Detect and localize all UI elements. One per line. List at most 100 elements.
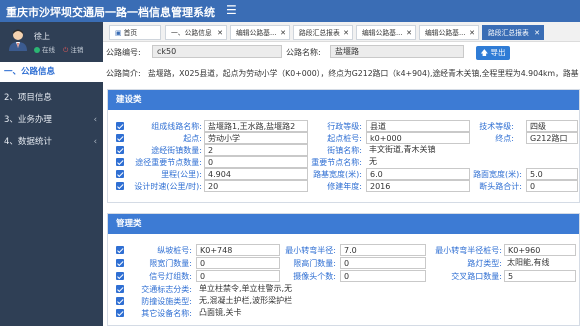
start-stake-field[interactable]: k0+000 [366, 132, 470, 144]
tab-segment-report-2[interactable]: 路段汇总报表 ✕ [482, 25, 544, 40]
tab-label: 一、公路信息 [171, 29, 212, 37]
start-field[interactable]: 劳动小学 [204, 132, 308, 144]
home-icon: ▣ [115, 29, 122, 37]
export-button[interactable]: 🡅 导出 [476, 46, 510, 60]
tab-label: 路段汇总报表 [299, 29, 340, 37]
tab-home[interactable]: ▣ 首页 [109, 25, 161, 40]
avatar [9, 29, 27, 51]
limit-width-field[interactable]: 0 [196, 257, 280, 269]
checkbox[interactable] [116, 285, 124, 293]
tab-bar: ▣ 首页 一、公路信息 ✕ 编辑公路基... ✕ 路段汇总报表 ✕ 编辑公路基... ✕… [103, 22, 580, 42]
key-node-name-value: 无 [369, 157, 377, 166]
sidebar-item-label: 4、数据统计 [4, 137, 52, 147]
checkbox[interactable] [116, 146, 124, 154]
checkbox[interactable] [116, 134, 124, 142]
logout-link[interactable]: 注销 [70, 46, 83, 54]
break-mileage-label: 断头路合计: [479, 182, 522, 191]
close-icon[interactable]: ✕ [343, 26, 349, 39]
street-name-label: 街镇名称: [327, 146, 362, 155]
subgrade-width-label: 路基宽度(米): [313, 170, 362, 179]
checkbox[interactable] [116, 246, 124, 254]
street-count-field[interactable]: 2 [204, 144, 308, 156]
road-name-field[interactable]: 盐堰路 [330, 45, 464, 58]
top-header: 重庆市沙坪坝交通局一路一档信息管理系统 ☰ [0, 0, 580, 22]
tab-road-info[interactable]: 一、公路信息 ✕ [165, 25, 227, 40]
limit-height-field[interactable]: 0 [340, 257, 426, 269]
signal-field[interactable]: 0 [196, 270, 280, 282]
other-label: 其它设备名称: [141, 309, 192, 318]
road-intro-label: 公路简介: [106, 69, 141, 78]
sidebar: 徐上 在线 ⏻ 注销 一、公路信息 2、项目信息 3、业务办理 ‹ 4、数据统计… [0, 22, 103, 326]
close-icon[interactable]: ✕ [469, 26, 475, 39]
route-name-field[interactable]: 盐堰路1,王水路,盐堰路2 [204, 120, 308, 132]
start-label: 起点: [183, 134, 202, 143]
construction-panel: 建设类 组成线路名称: 盐堰路1,王水路,盐堰路2 行政等级: 县道 技术等级:… [107, 89, 580, 203]
camera-label: 摄像头个数: [293, 272, 336, 281]
pavement-width-field[interactable]: 5.0 [526, 168, 578, 180]
slope-stake-field[interactable]: K0+748 [196, 244, 280, 256]
tab-edit-road-1[interactable]: 编辑公路基... ✕ [230, 25, 290, 40]
design-speed-field[interactable]: 20 [204, 180, 308, 192]
start-stake-label: 起点桩号: [327, 134, 362, 143]
sidebar-item-business[interactable]: 3、业务办理 ‹ [0, 110, 103, 130]
road-code-field[interactable]: ck50 [152, 45, 282, 58]
end-field[interactable]: G212路口 [526, 132, 578, 144]
sign-label: 交通标志分类: [141, 285, 192, 294]
tab-edit-road-2[interactable]: 编辑公路基... ✕ [356, 25, 416, 40]
lamp-type-label: 路灯类型: [467, 259, 502, 268]
user-panel: 徐上 在线 ⏻ 注销 [0, 22, 103, 62]
mileage-field[interactable]: 4.904 [204, 168, 308, 180]
online-status: 在线 [42, 46, 55, 54]
street-name-value: 丰文街道,青木关镇 [369, 145, 436, 154]
checkbox[interactable] [116, 297, 124, 305]
tab-label: 编辑公路基... [236, 29, 277, 37]
min-radius-stake-field[interactable]: K0+960 [504, 244, 576, 256]
rebuild-year-field[interactable]: 2016 [366, 180, 470, 192]
tab-segment-report-1[interactable]: 路段汇总报表 ✕ [293, 25, 353, 40]
sidebar-item-project-info[interactable]: 2、项目信息 [0, 88, 103, 108]
limit-height-label: 限高门数量: [293, 259, 336, 268]
sidebar-item-road-info[interactable]: 一、公路信息 [0, 62, 103, 82]
chevron-left-icon: ‹ [93, 137, 97, 147]
key-node-count-field[interactable]: 0 [204, 156, 308, 168]
subgrade-width-field[interactable]: 6.0 [366, 168, 470, 180]
road-intro-text: 盐堰路，X025县道，起点为劳动小学（K0+000），终点为G212路口（k4+… [148, 69, 579, 78]
pavement-width-label: 路面宽度(米): [473, 170, 522, 179]
sidebar-item-statistics[interactable]: 4、数据统计 ‹ [0, 132, 103, 152]
slope-stake-label: 纵坡桩号: [157, 246, 192, 255]
upload-icon: 🡅 [480, 48, 489, 57]
checkbox[interactable] [116, 309, 124, 317]
crossing-field[interactable]: 5 [504, 270, 576, 282]
checkbox[interactable] [116, 170, 124, 178]
sidebar-item-label: 一、公路信息 [4, 67, 56, 77]
close-icon[interactable]: ✕ [534, 26, 540, 39]
menu-icon[interactable]: ☰ [226, 3, 237, 17]
admin-level-label: 行政等级: [327, 122, 362, 131]
design-speed-label: 设计时速(公里/时): [134, 182, 202, 191]
rebuild-year-label: 修建年度: [327, 182, 362, 191]
checkbox[interactable] [116, 122, 124, 130]
tech-level-field[interactable]: 四级 [526, 120, 578, 132]
tech-level-label: 技术等级: [479, 122, 514, 131]
tab-edit-road-3[interactable]: 编辑公路基... ✕ [419, 25, 479, 40]
close-icon[interactable]: ✕ [280, 26, 286, 39]
lamp-type-value: 太阳能,有线 [507, 258, 550, 267]
admin-level-field[interactable]: 县道 [366, 120, 470, 132]
sign-value: 单立柱禁令,单立柱警示,无 [199, 284, 293, 293]
checkbox[interactable] [116, 259, 124, 267]
min-radius-field[interactable]: 7.0 [340, 244, 426, 256]
checkbox[interactable] [116, 272, 124, 280]
camera-field[interactable]: 0 [340, 270, 426, 282]
tab-label: 首页 [123, 29, 138, 37]
break-mileage-field[interactable]: 0 [526, 180, 578, 192]
online-status-icon [34, 47, 40, 53]
tab-label: 路段汇总报表 [488, 29, 529, 37]
end-label: 终点: [495, 134, 514, 143]
road-code-label: 公路编号: [106, 48, 141, 57]
management-panel: 管理类 纵坡桩号: K0+748 最小转弯半径: 7.0 最小转弯半径桩号: K… [107, 213, 580, 326]
app-title: 重庆市沙坪坝交通局一路一档信息管理系统 [6, 6, 215, 19]
close-icon[interactable]: ✕ [217, 26, 223, 39]
power-icon[interactable]: ⏻ [63, 46, 68, 54]
close-icon[interactable]: ✕ [406, 26, 412, 39]
street-count-label: 途经街镇数量: [151, 146, 202, 155]
